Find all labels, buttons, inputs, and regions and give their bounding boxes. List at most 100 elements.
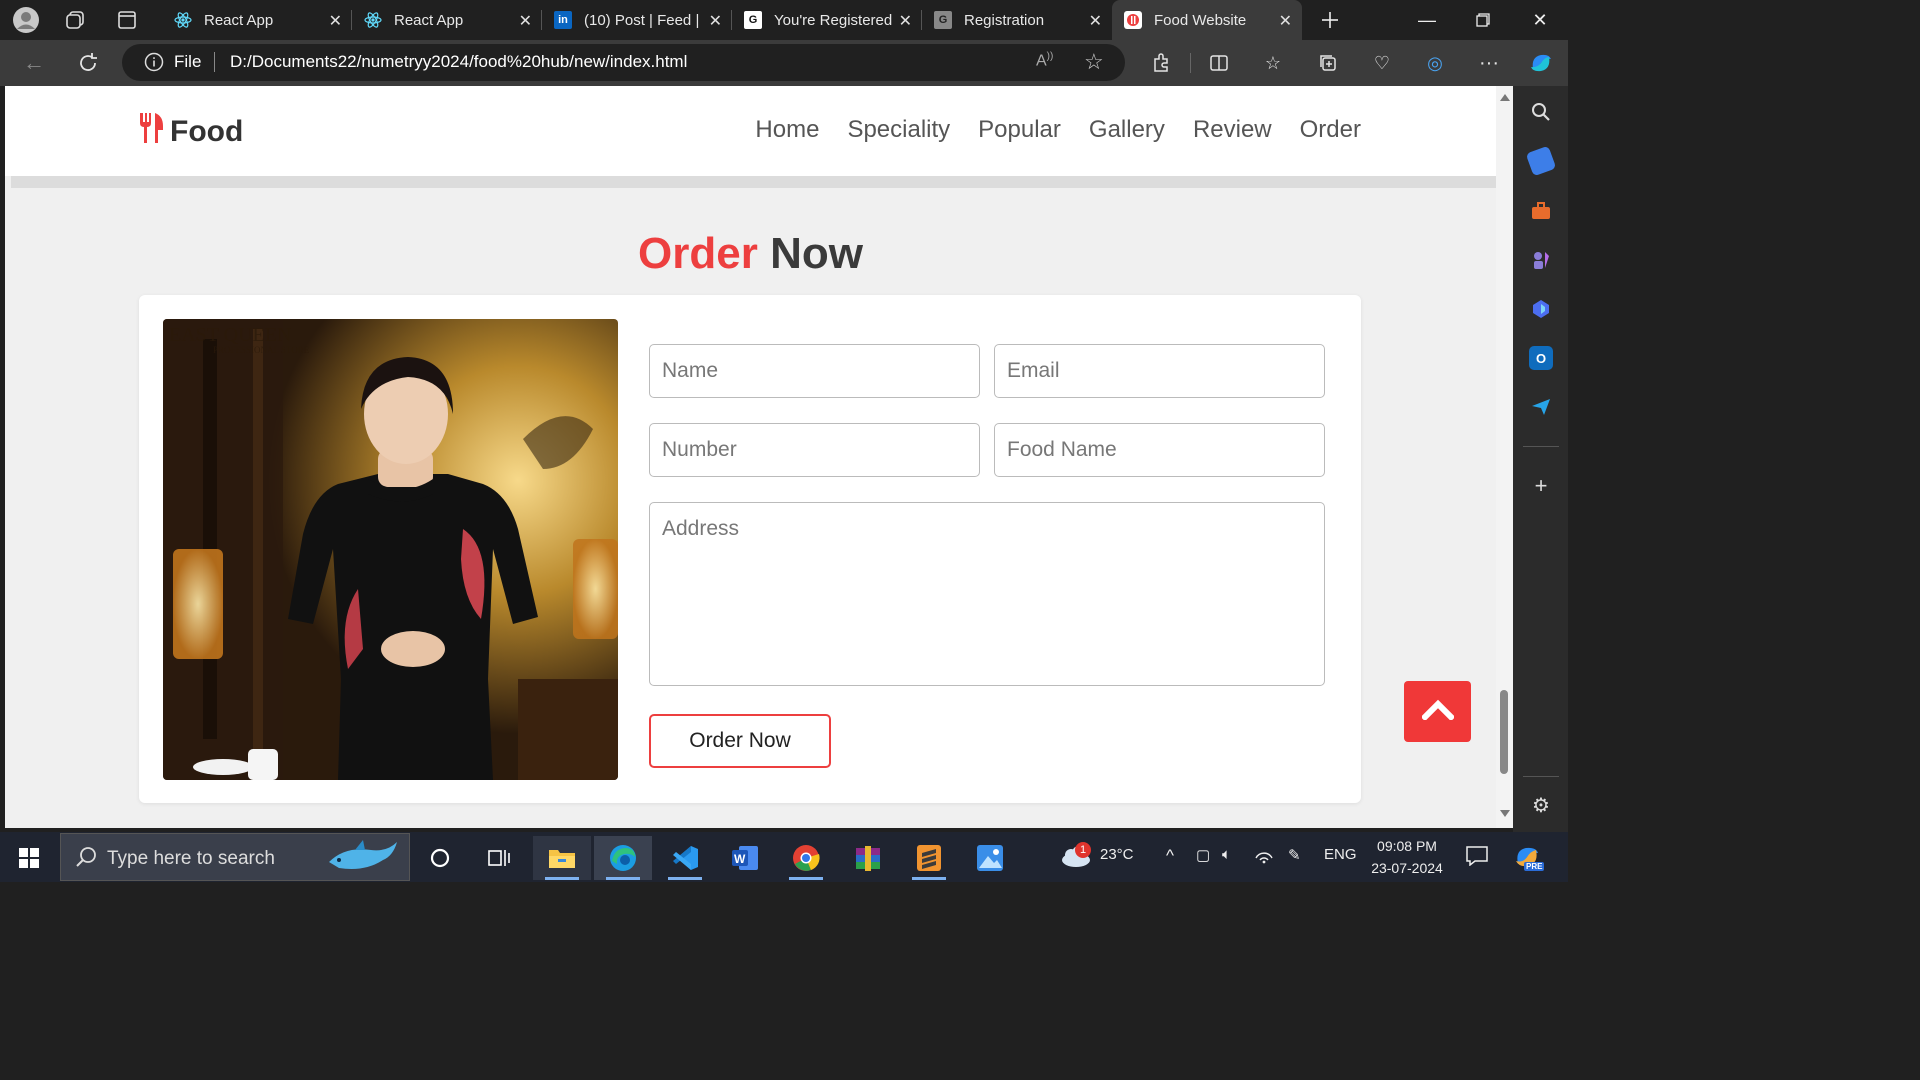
site-logo[interactable]: Food — [138, 112, 243, 152]
nav-gallery[interactable]: Gallery — [1089, 116, 1165, 144]
tab-food-website[interactable]: Food Website ✕ — [1112, 0, 1302, 40]
search-icon[interactable] — [1529, 100, 1553, 124]
new-tab-icon[interactable] — [1316, 6, 1344, 34]
restore-icon[interactable] — [1455, 0, 1511, 40]
games-icon[interactable] — [1529, 248, 1553, 272]
close-tab-icon[interactable]: ✕ — [709, 11, 722, 31]
close-tab-icon[interactable]: ✕ — [899, 11, 912, 31]
nav-order[interactable]: Order — [1300, 116, 1361, 144]
nav-speciality[interactable]: Speciality — [847, 116, 950, 144]
more-menu-icon[interactable]: ··· — [1476, 50, 1502, 76]
weather-temp[interactable]: 23°C — [1100, 846, 1134, 863]
chevron-up-tray-icon[interactable]: ^ — [1166, 846, 1174, 866]
profile-avatar-icon[interactable] — [12, 6, 40, 34]
running-indicator — [545, 877, 579, 880]
email-field[interactable] — [994, 344, 1325, 398]
logo-text: Food — [170, 115, 244, 148]
scheme-label: File — [174, 52, 202, 71]
close-tab-icon[interactable]: ✕ — [329, 11, 342, 31]
collections-icon[interactable] — [1315, 50, 1341, 76]
back-arrow-icon[interactable]: ← — [21, 50, 47, 76]
edge-taskbar-icon[interactable] — [594, 836, 652, 880]
clock-date[interactable]: 23-07-2024 — [1366, 860, 1448, 876]
windows-start-icon[interactable] — [0, 836, 58, 880]
tab-title: React App — [394, 11, 464, 29]
order-now-button[interactable]: Order Now — [649, 714, 831, 768]
winrar-icon[interactable] — [839, 836, 897, 880]
address-field[interactable] — [649, 502, 1325, 686]
tab-react-app-1[interactable]: React App ✕ — [162, 0, 352, 40]
copilot-edge-icon[interactable]: ◎ — [1422, 50, 1448, 76]
favorite-star-icon[interactable]: ☆ — [1084, 49, 1104, 75]
copilot-sidebar-icon[interactable] — [1529, 297, 1553, 321]
tab-linkedin-feed[interactable]: in (10) Post | Feed | ✕ — [542, 0, 732, 40]
pen-icon[interactable]: ✎ — [1288, 846, 1301, 864]
close-tab-icon[interactable]: ✕ — [1279, 11, 1292, 31]
outlook-icon[interactable]: O — [1529, 346, 1553, 370]
nav-popular[interactable]: Popular — [978, 116, 1061, 144]
favorites-icon[interactable]: ☆ — [1260, 50, 1286, 76]
shopping-tag-icon[interactable] — [1525, 145, 1557, 177]
meet-now-icon[interactable]: ▢ — [1196, 846, 1210, 864]
scrollbar-thumb[interactable] — [1500, 690, 1508, 774]
running-indicator — [912, 877, 946, 880]
nav-home[interactable]: Home — [755, 116, 819, 144]
photos-icon[interactable] — [961, 836, 1019, 880]
read-aloud-icon[interactable]: A)) — [1036, 51, 1053, 70]
browser-essentials-icon[interactable]: ♡ — [1369, 50, 1395, 76]
sublime-text-icon[interactable] — [900, 836, 958, 880]
vscode-icon[interactable] — [656, 836, 714, 880]
copilot-icon[interactable] — [1526, 48, 1556, 78]
volume-icon[interactable]: 🔈︎ — [1222, 846, 1231, 863]
refresh-icon[interactable] — [75, 50, 101, 76]
close-tab-icon[interactable]: ✕ — [1089, 11, 1102, 31]
taskbar-search-box[interactable]: Type here to search — [60, 833, 410, 881]
tab-registration[interactable]: G Registration ✕ — [922, 0, 1112, 40]
extensions-icon[interactable] — [1148, 50, 1174, 76]
file-explorer-icon[interactable] — [533, 836, 591, 880]
add-icon[interactable]: + — [1529, 473, 1553, 498]
g-icon: G — [934, 11, 952, 29]
vertical-tabs-icon[interactable] — [113, 6, 141, 34]
page-scrollbar[interactable] — [1496, 86, 1513, 828]
info-icon[interactable] — [144, 52, 164, 77]
notifications-icon[interactable] — [1466, 846, 1488, 871]
tools-icon[interactable] — [1529, 199, 1553, 223]
toolbar-divider — [1190, 53, 1191, 73]
number-field[interactable] — [649, 423, 980, 477]
edge-sidebar: O + ⚙ — [1513, 86, 1568, 832]
workspaces-icon[interactable] — [62, 6, 90, 34]
close-tab-icon[interactable]: ✕ — [519, 11, 532, 31]
url-text[interactable]: D:/Documents22/numetryy2024/food%20hub/n… — [230, 52, 687, 72]
main-nav: Home Speciality Popular Gallery Review O… — [727, 116, 1361, 144]
tab-title: Food Website — [1154, 11, 1247, 29]
clock-time[interactable]: 09:08 PM — [1368, 838, 1446, 854]
scroll-to-top-button[interactable] — [1404, 681, 1471, 742]
heading-rest: Now — [770, 229, 863, 278]
photo-watermark-sub: PROFESSIONAL STORE — [213, 345, 310, 355]
minimize-icon[interactable]: — — [1399, 0, 1455, 40]
g-icon: G — [744, 11, 762, 29]
task-view-icon[interactable] — [470, 836, 528, 880]
running-indicator — [606, 877, 640, 880]
tab-title: (10) Post | Feed | — [584, 11, 700, 29]
copilot-taskbar-icon[interactable] — [1512, 842, 1542, 877]
close-window-icon[interactable]: ✕ — [1512, 0, 1568, 40]
chrome-icon[interactable] — [777, 836, 835, 880]
address-bar[interactable]: File D:/Documents22/numetryy2024/food%20… — [122, 44, 1125, 81]
waitress-photo: EAST QUEEN PROFESSIONAL STORE — [163, 319, 618, 780]
split-screen-icon[interactable] — [1206, 50, 1232, 76]
wifi-icon[interactable] — [1254, 846, 1274, 868]
language-indicator[interactable]: ENG — [1324, 846, 1357, 863]
food-name-field[interactable] — [994, 423, 1325, 477]
settings-gear-icon[interactable]: ⚙ — [1529, 793, 1553, 817]
tab-react-app-2[interactable]: React App ✕ — [352, 0, 542, 40]
nav-review[interactable]: Review — [1193, 116, 1272, 144]
name-field[interactable] — [649, 344, 980, 398]
send-icon[interactable] — [1529, 395, 1553, 419]
cortana-icon[interactable] — [411, 836, 469, 880]
tab-registered[interactable]: G You're Registered ✕ — [732, 0, 922, 40]
word-icon[interactable]: W — [716, 836, 774, 880]
scroll-down-arrow-icon[interactable] — [1500, 810, 1510, 817]
scroll-up-arrow-icon[interactable] — [1500, 94, 1510, 101]
